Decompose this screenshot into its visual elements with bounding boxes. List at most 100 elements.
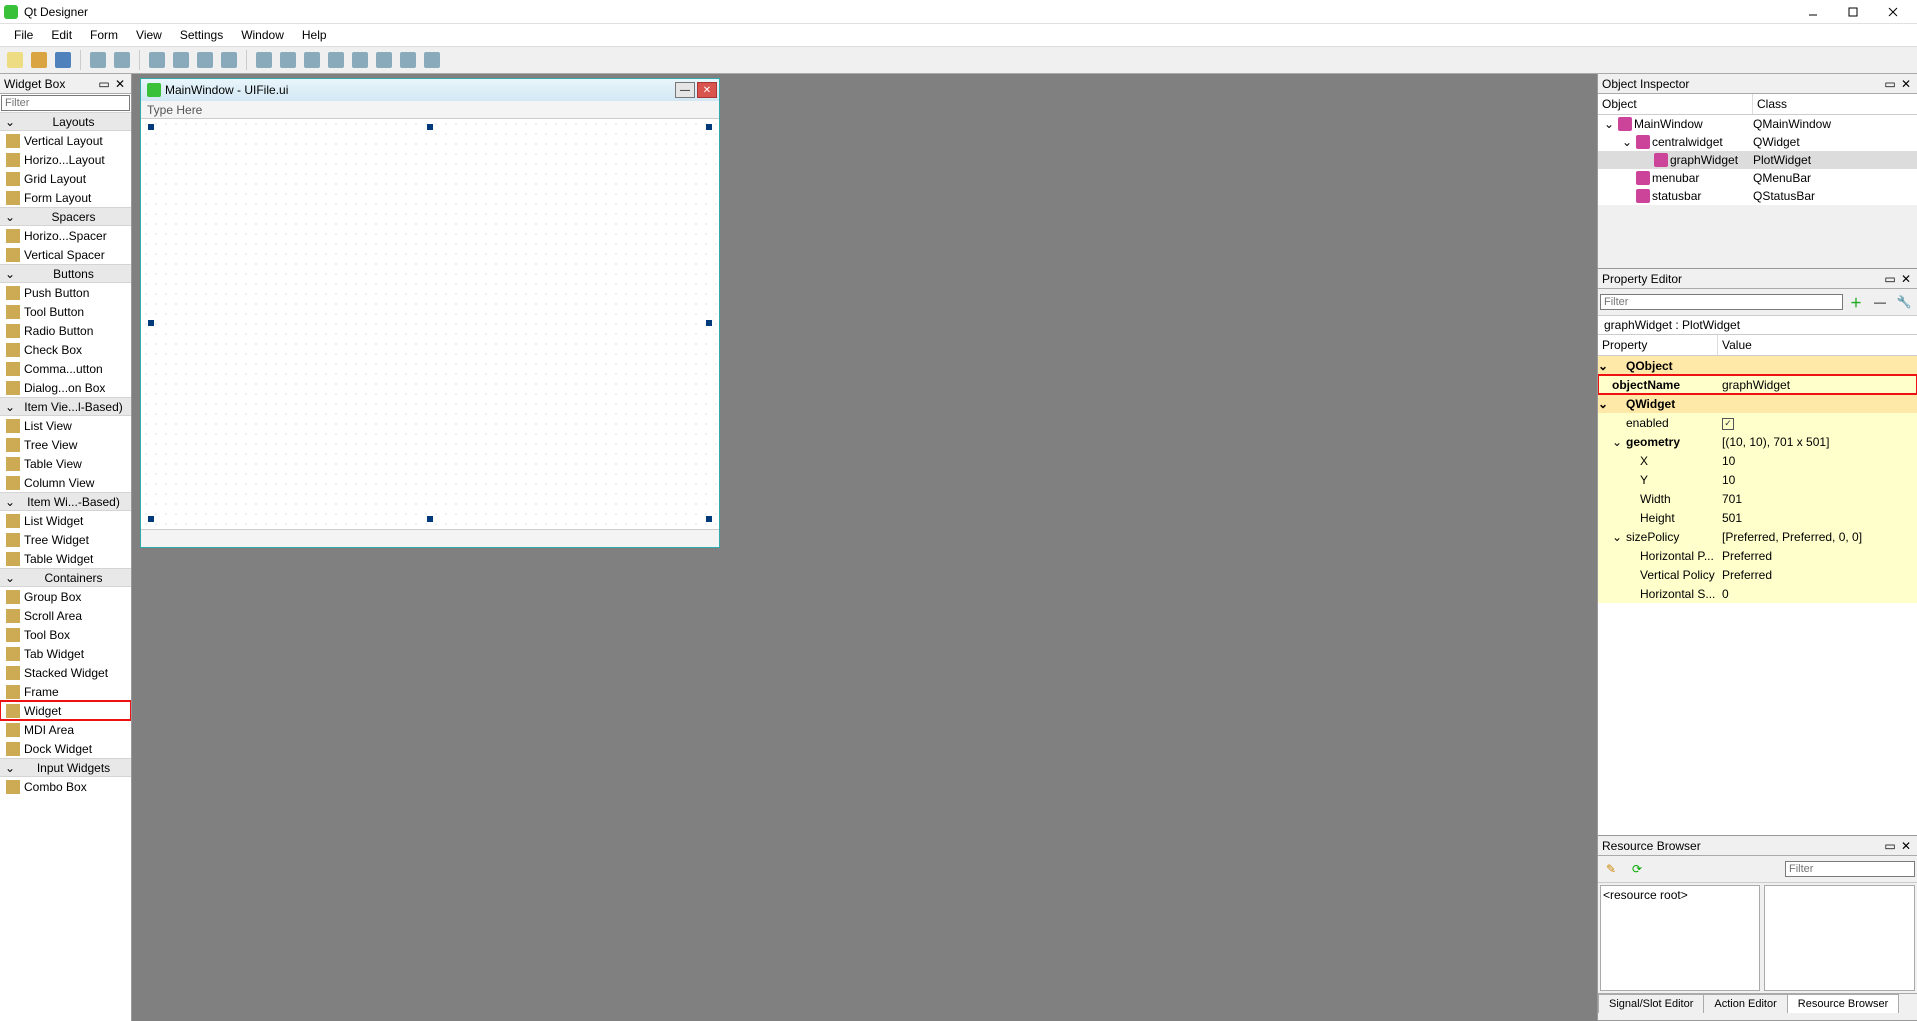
float-panel-icon[interactable]: ▭ [1883, 839, 1897, 853]
remove-property-icon[interactable]: — [1869, 291, 1891, 313]
property-row[interactable]: Horizontal P...Preferred [1598, 546, 1917, 565]
new-file-icon[interactable] [4, 49, 26, 71]
edit-buddies-icon[interactable] [194, 49, 216, 71]
selected-widget[interactable] [151, 127, 709, 519]
widget-category[interactable]: ⌄Item Vie...l-Based) [0, 397, 131, 416]
widget-item[interactable]: Scroll Area [0, 606, 131, 625]
resource-filter[interactable] [1785, 861, 1915, 877]
break-layout-icon[interactable] [397, 49, 419, 71]
resize-handle-icon[interactable] [148, 124, 154, 130]
layout-v-icon[interactable] [277, 49, 299, 71]
property-group[interactable]: ⌄QWidget [1598, 394, 1917, 413]
add-property-icon[interactable]: ＋ [1845, 291, 1867, 313]
property-row[interactable]: objectNamegraphWidget [1598, 375, 1917, 394]
widget-item[interactable]: Tool Box [0, 625, 131, 644]
widget-category[interactable]: ⌄Layouts [0, 112, 131, 131]
widget-item[interactable]: MDI Area [0, 720, 131, 739]
object-row[interactable]: graphWidgetPlotWidget [1598, 151, 1917, 169]
widget-item[interactable]: Combo Box [0, 777, 131, 796]
widget-box-list[interactable]: ⌄LayoutsVertical LayoutHorizo...LayoutGr… [0, 112, 131, 1021]
layout-hsplit-icon[interactable] [301, 49, 323, 71]
widget-item[interactable]: Dialog...on Box [0, 378, 131, 397]
float-panel-icon[interactable]: ▭ [1883, 272, 1897, 286]
minimize-button[interactable] [1793, 0, 1833, 24]
widget-item[interactable]: Table Widget [0, 549, 131, 568]
resource-tree[interactable]: <resource root> [1600, 885, 1760, 991]
resize-handle-icon[interactable] [706, 516, 712, 522]
widget-category[interactable]: ⌄Item Wi...-Based) [0, 492, 131, 511]
edit-signals-icon[interactable] [170, 49, 192, 71]
menu-view[interactable]: View [128, 26, 170, 44]
widget-item[interactable]: Comma...utton [0, 359, 131, 378]
widget-item[interactable]: Column View [0, 473, 131, 492]
widget-item[interactable]: Tree View [0, 435, 131, 454]
widget-category[interactable]: ⌄Buttons [0, 264, 131, 283]
widget-item[interactable]: Horizo...Spacer [0, 226, 131, 245]
widget-item[interactable]: Dock Widget [0, 739, 131, 758]
edit-resource-icon[interactable]: ✎ [1600, 858, 1622, 880]
dock-tab[interactable]: Signal/Slot Editor [1598, 994, 1704, 1013]
layout-form-icon[interactable] [373, 49, 395, 71]
property-row[interactable]: Width701 [1598, 489, 1917, 508]
widget-item[interactable]: Check Box [0, 340, 131, 359]
bring-to-front-icon[interactable] [111, 49, 133, 71]
property-group[interactable]: ⌄QObject [1598, 356, 1917, 375]
widget-item[interactable]: Push Button [0, 283, 131, 302]
widget-item[interactable]: Stacked Widget [0, 663, 131, 682]
menu-window[interactable]: Window [233, 26, 292, 44]
close-button[interactable] [1873, 0, 1913, 24]
resize-handle-icon[interactable] [427, 516, 433, 522]
widget-item[interactable]: Form Layout [0, 188, 131, 207]
widget-item[interactable]: Table View [0, 454, 131, 473]
object-row[interactable]: menubarQMenuBar [1598, 169, 1917, 187]
close-panel-icon[interactable]: ✕ [1899, 839, 1913, 853]
property-row[interactable]: ⌄sizePolicy[Preferred, Preferred, 0, 0] [1598, 527, 1917, 546]
property-row[interactable]: Height501 [1598, 508, 1917, 527]
maximize-button[interactable] [1833, 0, 1873, 24]
widget-category[interactable]: ⌄Spacers [0, 207, 131, 226]
form-close-button[interactable]: ✕ [697, 82, 717, 98]
menu-file[interactable]: File [6, 26, 41, 44]
form-minimize-button[interactable]: — [675, 82, 695, 98]
property-row[interactable]: Horizontal S...0 [1598, 584, 1917, 603]
property-grid[interactable]: ⌄QObjectobjectNamegraphWidget⌄QWidgetena… [1598, 356, 1917, 603]
layout-grid-icon[interactable] [349, 49, 371, 71]
form-window[interactable]: MainWindow - UIFile.ui — ✕ Type Here [140, 78, 720, 548]
widget-item[interactable]: Tree Widget [0, 530, 131, 549]
widget-item[interactable]: Vertical Layout [0, 131, 131, 150]
widget-item[interactable]: Grid Layout [0, 169, 131, 188]
widget-item[interactable]: Widget [0, 701, 131, 720]
widget-box-filter[interactable] [1, 95, 130, 111]
resize-handle-icon[interactable] [427, 124, 433, 130]
menu-help[interactable]: Help [294, 26, 335, 44]
adjust-size-icon[interactable] [421, 49, 443, 71]
open-file-icon[interactable] [28, 49, 50, 71]
widget-item[interactable]: Vertical Spacer [0, 245, 131, 264]
resize-handle-icon[interactable] [706, 124, 712, 130]
menu-settings[interactable]: Settings [172, 26, 231, 44]
widget-category[interactable]: ⌄Containers [0, 568, 131, 587]
property-row[interactable]: ⌄geometry[(10, 10), 701 x 501] [1598, 432, 1917, 451]
float-panel-icon[interactable]: ▭ [97, 77, 111, 91]
close-panel-icon[interactable]: ✕ [1899, 272, 1913, 286]
layout-vsplit-icon[interactable] [325, 49, 347, 71]
object-row[interactable]: ⌄MainWindowQMainWindow [1598, 115, 1917, 133]
send-to-back-icon[interactable] [87, 49, 109, 71]
checkbox-icon[interactable]: ✓ [1722, 418, 1734, 430]
property-row[interactable]: Y10 [1598, 470, 1917, 489]
widget-item[interactable]: Frame [0, 682, 131, 701]
design-canvas[interactable]: MainWindow - UIFile.ui — ✕ Type Here [132, 74, 1597, 1021]
widget-item[interactable]: Tab Widget [0, 644, 131, 663]
layout-h-icon[interactable] [253, 49, 275, 71]
dock-tab[interactable]: Action Editor [1703, 994, 1787, 1013]
menu-form[interactable]: Form [82, 26, 126, 44]
reload-resource-icon[interactable]: ⟳ [1626, 858, 1648, 880]
save-file-icon[interactable] [52, 49, 74, 71]
widget-item[interactable]: Tool Button [0, 302, 131, 321]
property-row[interactable]: Vertical PolicyPreferred [1598, 565, 1917, 584]
form-menubar[interactable]: Type Here [141, 101, 719, 119]
resize-handle-icon[interactable] [148, 320, 154, 326]
dock-tab[interactable]: Resource Browser [1787, 994, 1899, 1013]
resource-view[interactable] [1764, 885, 1915, 991]
widget-item[interactable]: Group Box [0, 587, 131, 606]
